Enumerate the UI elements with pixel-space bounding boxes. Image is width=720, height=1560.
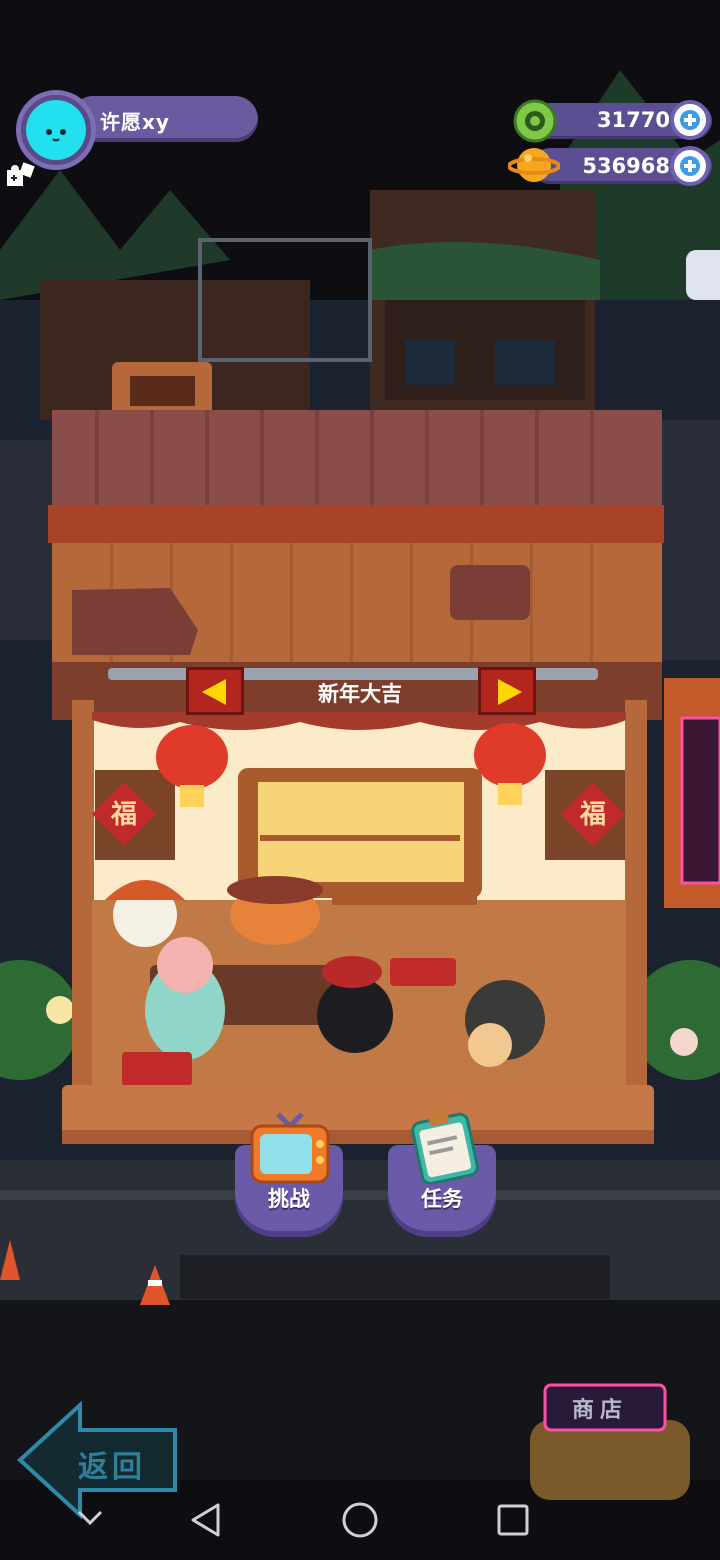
fu-sign-left: 福 (110, 800, 137, 830)
side-tool-button[interactable] (686, 250, 720, 300)
arrow-right-icon (498, 679, 522, 705)
add-gems-button[interactable] (670, 146, 710, 186)
system-nav-bar (0, 1480, 720, 1560)
game-scene-background (0, 0, 720, 1560)
prev-theme-button[interactable] (186, 667, 244, 715)
coin-value: 31770 (596, 108, 670, 132)
challenge-label: 挑战 (268, 1187, 310, 1211)
add-coins-button[interactable] (670, 100, 710, 140)
chevron-down-icon[interactable] (76, 1508, 104, 1528)
puzzle-icon[interactable] (4, 160, 36, 192)
cat-avatar-icon[interactable] (26, 100, 86, 160)
circle-home-icon[interactable] (341, 1501, 379, 1539)
triangle-back-icon[interactable] (188, 1502, 224, 1538)
player-name: 许愿xy (100, 110, 170, 134)
next-theme-button[interactable] (478, 667, 536, 715)
arrow-left-icon (202, 679, 226, 705)
clipboard-icon (404, 1104, 484, 1186)
fu-sign-right: 福 (579, 800, 606, 830)
store-label: 商店 (572, 1398, 629, 1423)
shop-theme-title: 新年大吉 (318, 682, 402, 706)
gem-value: 536968 (582, 154, 670, 178)
tv-icon (248, 1108, 332, 1186)
square-recent-icon[interactable] (496, 1503, 530, 1537)
tasks-label: 任务 (421, 1187, 463, 1211)
